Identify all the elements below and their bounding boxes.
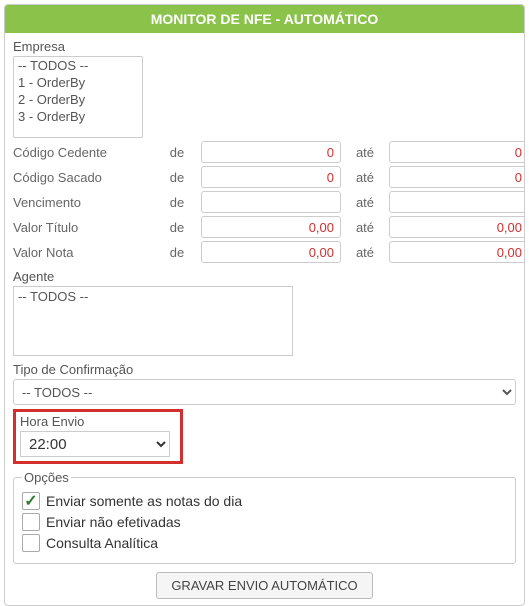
hora-envio-label: Hora Envio [20, 414, 176, 429]
valor-nota-de-input[interactable] [201, 241, 341, 263]
panel-body: Empresa -- TODOS -- 1 - OrderBy 2 - Orde… [5, 33, 524, 605]
checkbox-consulta-analitica[interactable] [22, 534, 40, 552]
row-valor-titulo: Valor Título de até [13, 216, 516, 238]
tipo-confirmacao-group: Tipo de Confirmação -- TODOS -- [13, 362, 516, 405]
opcoes-legend: Opções [22, 470, 71, 485]
valor-titulo-ate-input[interactable] [389, 216, 525, 238]
checkbox-label: Consulta Analítica [46, 535, 158, 551]
tipo-confirmacao-select[interactable]: -- TODOS -- [13, 379, 516, 405]
codigo-sacado-label: Código Sacado [13, 170, 153, 185]
footer: GRAVAR ENVIO AUTOMÁTICO [13, 572, 516, 599]
main-panel: MONITOR DE NFE - AUTOMÁTICO Empresa -- T… [4, 4, 525, 606]
codigo-sacado-ate-input[interactable] [389, 166, 525, 188]
vencimento-label: Vencimento [13, 195, 153, 210]
row-vencimento: Vencimento de até [13, 191, 516, 213]
valor-titulo-de-input[interactable] [201, 216, 341, 238]
hora-envio-group: Hora Envio 22:00 [13, 409, 183, 464]
list-item[interactable]: -- TODOS -- [14, 57, 142, 74]
row-codigo-sacado: Código Sacado de até [13, 166, 516, 188]
ate-label: até [345, 245, 385, 260]
panel-header: MONITOR DE NFE - AUTOMÁTICO [5, 5, 524, 33]
vencimento-ate-input[interactable] [389, 191, 525, 213]
row-valor-nota: Valor Nota de até [13, 241, 516, 263]
valor-nota-label: Valor Nota [13, 245, 153, 260]
codigo-cedente-label: Código Cedente [13, 145, 153, 160]
hora-envio-select[interactable]: 22:00 [20, 431, 170, 457]
ate-label: até [345, 195, 385, 210]
agente-group: Agente -- TODOS -- [13, 269, 516, 356]
list-item[interactable]: -- TODOS -- [18, 289, 288, 304]
list-item[interactable]: 1 - OrderBy [14, 74, 142, 91]
codigo-cedente-ate-input[interactable] [389, 141, 525, 163]
gravar-button[interactable]: GRAVAR ENVIO AUTOMÁTICO [156, 572, 372, 599]
valor-titulo-label: Valor Título [13, 220, 153, 235]
ate-label: até [345, 170, 385, 185]
checkbox-enviar-nao-efetivadas[interactable] [22, 513, 40, 531]
list-item[interactable]: 3 - OrderBy [14, 108, 142, 125]
de-label: de [157, 170, 197, 185]
ate-label: até [345, 220, 385, 235]
codigo-cedente-de-input[interactable] [201, 141, 341, 163]
agente-listbox[interactable]: -- TODOS -- [13, 286, 293, 356]
de-label: de [157, 245, 197, 260]
ate-label: até [345, 145, 385, 160]
de-label: de [157, 145, 197, 160]
empresa-label: Empresa [13, 39, 516, 54]
de-label: de [157, 220, 197, 235]
row-codigo-cedente: Código Cedente de até [13, 141, 516, 163]
checkbox-row-enviar-nao-efetivadas: Enviar não efetivadas [22, 513, 507, 531]
valor-nota-ate-input[interactable] [389, 241, 525, 263]
checkbox-enviar-dia[interactable] [22, 492, 40, 510]
empresa-listbox[interactable]: -- TODOS -- 1 - OrderBy 2 - OrderBy 3 - … [13, 56, 143, 138]
checkbox-row-consulta-analitica: Consulta Analítica [22, 534, 507, 552]
empresa-group: Empresa -- TODOS -- 1 - OrderBy 2 - Orde… [13, 39, 516, 138]
codigo-sacado-de-input[interactable] [201, 166, 341, 188]
list-item[interactable]: 2 - OrderBy [14, 91, 142, 108]
de-label: de [157, 195, 197, 210]
tipo-confirmacao-label: Tipo de Confirmação [13, 362, 516, 377]
checkbox-label: Enviar somente as notas do dia [46, 493, 242, 509]
agente-label: Agente [13, 269, 516, 284]
checkbox-label: Enviar não efetivadas [46, 514, 181, 530]
opcoes-fieldset: Opções Enviar somente as notas do dia En… [13, 470, 516, 564]
panel-title: MONITOR DE NFE - AUTOMÁTICO [151, 11, 379, 27]
vencimento-de-input[interactable] [201, 191, 341, 213]
checkbox-row-enviar-dia: Enviar somente as notas do dia [22, 492, 507, 510]
